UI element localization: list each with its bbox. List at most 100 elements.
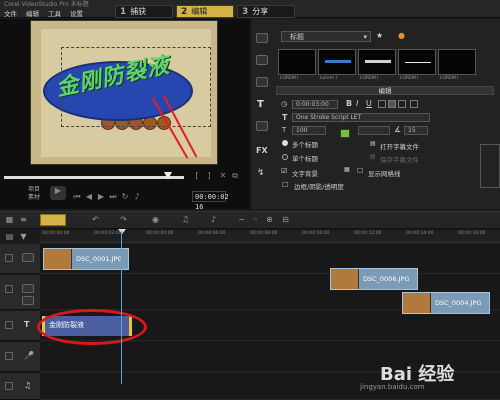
video-preview[interactable]: 金刚防裂液: [30, 20, 218, 165]
font-icon: T: [282, 113, 288, 122]
overlay-clip[interactable]: DSC_0004.JPG: [402, 292, 490, 314]
zoom-out-icon[interactable]: −: [236, 215, 247, 225]
grid-icon[interactable]: ▦: [344, 166, 350, 173]
timeline-mode-button[interactable]: [40, 214, 66, 226]
transition-icon[interactable]: [256, 77, 268, 87]
menu-file[interactable]: 文件: [4, 8, 17, 18]
end-button[interactable]: ⏭: [108, 192, 118, 202]
zoom-in-icon[interactable]: ⊕: [264, 215, 275, 225]
tab-capture[interactable]: 1 捕获: [115, 5, 173, 18]
bold-icon[interactable]: B: [346, 99, 352, 108]
mode-clip[interactable]: 素材: [28, 192, 40, 201]
video-clip[interactable]: DSC_0001.JPG: [43, 248, 129, 270]
menu-tools[interactable]: 工具: [48, 8, 61, 18]
font-dropdown[interactable]: One Stroke Script LET: [292, 113, 430, 122]
video-track-icon[interactable]: [22, 253, 34, 262]
scrub-bar[interactable]: [4, 176, 184, 179]
tab-edit[interactable]: 2 编辑: [176, 5, 234, 18]
align-center-icon[interactable]: [388, 100, 396, 108]
title-thumbnail[interactable]: [438, 49, 476, 75]
playhead-handle[interactable]: [118, 229, 126, 234]
text-background-checkbox[interactable]: ☑: [281, 167, 287, 175]
title-tool-icon[interactable]: T: [257, 99, 264, 110]
scrub-handle[interactable]: [164, 172, 172, 179]
line-spacing-dropdown[interactable]: [358, 126, 390, 135]
menu-edit[interactable]: 编辑: [26, 8, 39, 18]
border-shadow-label[interactable]: 边框/阴影/透明度: [294, 181, 344, 191]
instant-project-icon[interactable]: [256, 55, 268, 65]
underline-icon[interactable]: U: [366, 99, 372, 108]
play-button[interactable]: ▶: [50, 186, 66, 200]
mark-in-icon[interactable]: [: [192, 171, 202, 181]
save-subtitle-icon[interactable]: ▤: [370, 153, 376, 160]
font-size-dropdown[interactable]: 100: [292, 126, 326, 135]
open-subtitle-button[interactable]: 打开字幕文件: [380, 141, 419, 151]
text-background-label: 文字背景: [292, 170, 318, 178]
overlay-track-icon[interactable]: [22, 284, 34, 293]
single-title-radio[interactable]: [282, 154, 288, 160]
overlay-track-2-icon[interactable]: [22, 296, 34, 305]
library-category-dropdown[interactable]: 标题 ▾: [281, 31, 371, 42]
media-library-icon[interactable]: [256, 33, 268, 43]
chapter-icon[interactable]: ▼: [18, 232, 29, 242]
repeat-button[interactable]: ↻: [120, 192, 130, 202]
add-star-icon[interactable]: ★: [376, 31, 383, 40]
prev-frame-button[interactable]: ◀: [84, 192, 94, 202]
open-subtitle-icon[interactable]: ▤: [370, 140, 376, 147]
redo-icon[interactable]: ↷: [118, 215, 129, 225]
lock-icon[interactable]: [5, 254, 13, 262]
timeline-view-icon[interactable]: ≡: [18, 215, 29, 225]
sound-mixer-icon[interactable]: ♫: [180, 215, 191, 225]
rotation-icon: ∡: [394, 125, 402, 134]
record-capture-icon[interactable]: ◉: [150, 215, 161, 225]
save-subtitle-button[interactable]: 保存字幕文件: [380, 154, 419, 164]
text-direction-icon[interactable]: [410, 100, 418, 108]
track-manager-icon[interactable]: ▤: [4, 232, 15, 242]
enlarge-icon[interactable]: ⧉: [230, 171, 240, 181]
tab-share[interactable]: 3 分享: [237, 5, 295, 18]
thumbnail-caption: Lorem I: [320, 76, 337, 81]
title-track-icon[interactable]: T: [24, 320, 29, 329]
timecode-display[interactable]: 00:00:02 16: [192, 191, 229, 211]
volume-icon[interactable]: ♪: [132, 192, 142, 202]
lock-icon[interactable]: [5, 285, 13, 293]
title-thumbnail[interactable]: [318, 49, 356, 75]
overlay-clip[interactable]: DSC_0006.JPG: [330, 268, 418, 290]
lock-icon[interactable]: [5, 352, 13, 360]
show-grid-checkbox[interactable]: ☐: [357, 167, 363, 175]
lock-icon[interactable]: [5, 321, 13, 329]
voice-track-icon[interactable]: 🎤: [24, 351, 34, 360]
auto-music-icon[interactable]: ♪: [208, 215, 219, 225]
music-track-icon[interactable]: ♫: [24, 381, 31, 390]
lock-icon[interactable]: [5, 382, 13, 390]
home-button[interactable]: ⏮: [72, 192, 82, 202]
graphic-icon[interactable]: [256, 121, 268, 131]
border-shadow-icon[interactable]: ☐: [282, 181, 288, 189]
title-thumbnail[interactable]: [398, 49, 436, 75]
split-icon[interactable]: ✕: [218, 171, 228, 181]
zoom-slider-icon[interactable]: ◦: [250, 215, 261, 225]
undo-icon[interactable]: ↶: [90, 215, 101, 225]
title-thumbnail[interactable]: [358, 49, 396, 75]
clip-thumbnail: [403, 293, 431, 313]
show-grid-label: 显示网格线: [368, 170, 401, 178]
ui-theme-icon[interactable]: ●: [398, 31, 405, 40]
align-right-icon[interactable]: [398, 100, 406, 108]
fx-icon[interactable]: FX: [256, 146, 268, 155]
next-frame-button[interactable]: ▶: [96, 192, 106, 202]
options-edit-tab[interactable]: 编辑: [276, 86, 494, 95]
playhead-line[interactable]: [121, 231, 122, 384]
title-thumbnail[interactable]: [278, 49, 316, 75]
fit-project-icon[interactable]: ⊟: [280, 215, 291, 225]
italic-icon[interactable]: I: [356, 99, 358, 108]
path-icon[interactable]: ↯: [257, 168, 265, 178]
storyboard-view-icon[interactable]: ▦: [4, 215, 15, 225]
ruler-tick: 00:00:00:00: [42, 231, 70, 236]
rotation-field[interactable]: 15: [404, 126, 428, 135]
mark-out-icon[interactable]: ]: [204, 171, 214, 181]
font-color-swatch[interactable]: [340, 129, 350, 138]
multi-title-radio[interactable]: [282, 140, 288, 146]
align-left-icon[interactable]: [378, 100, 386, 108]
duration-field[interactable]: 0:00:03:00: [292, 100, 338, 109]
menu-settings[interactable]: 设置: [70, 8, 83, 18]
